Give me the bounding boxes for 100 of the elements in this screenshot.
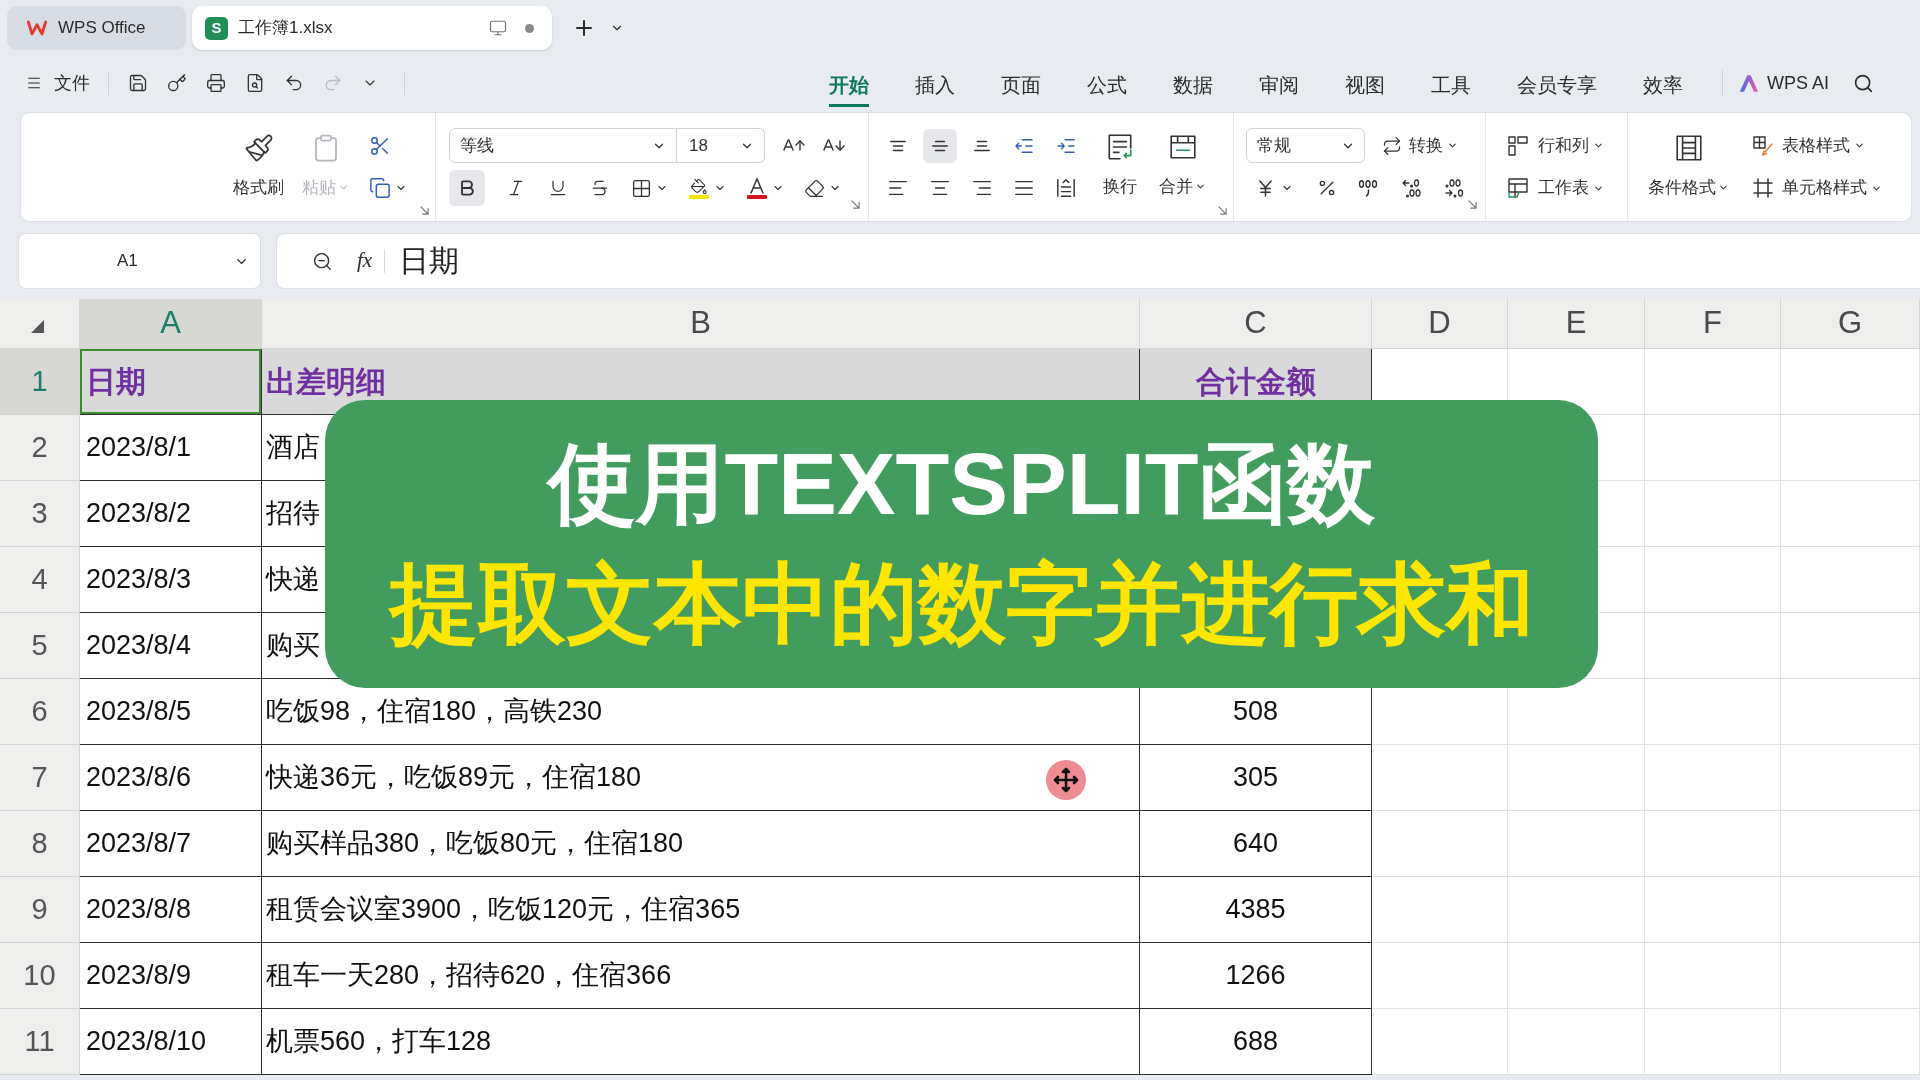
document-search-icon[interactable]	[245, 73, 265, 93]
column-header[interactable]: B	[262, 299, 1140, 349]
font-color-button[interactable]	[746, 177, 784, 199]
font-size-select[interactable]: 18	[677, 128, 765, 163]
convert-button[interactable]: 转换	[1382, 132, 1458, 159]
table-cell: 2023/8/4	[80, 613, 262, 679]
table-cell: 2023/8/5	[80, 679, 262, 745]
row-header[interactable]: 10	[0, 943, 80, 1009]
row-header[interactable]: 5	[0, 613, 80, 679]
ribbon-tab[interactable]: 效率	[1643, 65, 1683, 107]
scissors-icon[interactable]	[369, 135, 391, 157]
wrap-text-button[interactable]: 换行	[1103, 113, 1137, 221]
grid-icon	[631, 177, 652, 199]
printer-icon[interactable]	[206, 73, 226, 93]
column-header[interactable]: G	[1781, 299, 1920, 349]
logo-icon	[27, 20, 47, 36]
format-painter-button[interactable]: 格式刷	[233, 113, 284, 221]
row-header[interactable]: 11	[0, 1009, 80, 1075]
row-header[interactable]: 4	[0, 547, 80, 613]
file-type-badge: S	[205, 16, 228, 40]
row-header[interactable]: 7	[0, 745, 80, 811]
underline-icon	[548, 178, 568, 198]
decimal-increase-icon[interactable]	[1445, 178, 1465, 198]
menu-icon	[26, 75, 42, 91]
save-icon[interactable]	[128, 73, 148, 93]
cell-style-button[interactable]: 单元格样式	[1753, 170, 1882, 206]
rows-columns-icon	[1508, 135, 1528, 156]
key-icon[interactable]	[167, 73, 187, 93]
eraser-icon	[804, 177, 825, 199]
conditional-format-icon	[1673, 133, 1704, 163]
ribbon-tab[interactable]: 插入	[915, 65, 955, 107]
vertical-align-button[interactable]	[923, 129, 957, 163]
column-header[interactable]: F	[1645, 299, 1781, 349]
table-cell: 2023/8/1	[80, 415, 262, 481]
chevron-down-icon	[1854, 140, 1865, 151]
dialog-launcher-icon	[1468, 200, 1477, 209]
thousands-separator-icon[interactable]	[1358, 179, 1378, 197]
decimal-decrease-icon[interactable]	[1402, 178, 1422, 198]
table-cell: 租车一天280，招待620，住宿366	[262, 943, 1140, 1009]
ribbon-tab[interactable]: 开始	[829, 65, 869, 107]
conditional-format-button[interactable]: 条件格式	[1648, 113, 1729, 221]
column-header[interactable]: D	[1372, 299, 1508, 349]
repeat-arrows-icon	[1382, 135, 1402, 156]
table-style-button[interactable]: 表格样式	[1753, 128, 1882, 163]
corner-triangle-icon	[31, 320, 44, 333]
align-bottom-icon	[973, 140, 991, 152]
percent-icon[interactable]	[1317, 178, 1337, 198]
font-color-icon	[746, 177, 768, 199]
borders-button[interactable]	[631, 177, 668, 199]
worksheet-button[interactable]: 工作表	[1508, 170, 1627, 206]
dialog-launcher-icon	[420, 206, 429, 215]
ribbon-tab[interactable]: 视图	[1345, 65, 1385, 107]
search-icon[interactable]	[1853, 72, 1874, 94]
table-cell: 2023/8/8	[80, 877, 262, 943]
font-family-select[interactable]: 等线	[449, 128, 677, 163]
row-header[interactable]: 8	[0, 811, 80, 877]
table-cell: 日期	[80, 349, 262, 415]
row-header[interactable]: 2	[0, 415, 80, 481]
merge-cells-icon	[1167, 132, 1198, 162]
indent-decrease-icon[interactable]	[1014, 138, 1034, 154]
cell-reference-box[interactable]: A1	[18, 233, 261, 289]
number-format-select[interactable]: 常规	[1246, 128, 1365, 163]
cursor-icon	[1046, 760, 1086, 800]
formula-input[interactable]: 日期	[399, 241, 468, 281]
bold-button[interactable]	[449, 170, 485, 206]
ribbon-tab[interactable]: 会员专享	[1517, 65, 1597, 107]
column-header[interactable]: E	[1508, 299, 1645, 349]
row-header[interactable]: 6	[0, 679, 80, 745]
ribbon-tab[interactable]: 公式	[1087, 65, 1127, 107]
chevron-down-icon	[1593, 140, 1604, 151]
merge-cells-button[interactable]: 合并	[1159, 113, 1206, 221]
wrap-text-icon	[1105, 132, 1135, 162]
ribbon-tab[interactable]: 数据	[1173, 65, 1213, 107]
align-top-icon	[889, 140, 907, 152]
table-cell: 305	[1140, 745, 1372, 811]
row-header[interactable]: 3	[0, 481, 80, 547]
zoom-out-icon[interactable]	[312, 250, 333, 272]
fx-label[interactable]: fx	[357, 245, 373, 277]
row-header[interactable]: 9	[0, 877, 80, 943]
file-menu-button[interactable]: 文件	[26, 69, 90, 97]
indent-increase-icon[interactable]	[1056, 138, 1076, 154]
ribbon-tab[interactable]: 页面	[1001, 65, 1041, 107]
column-header[interactable]: C	[1140, 299, 1372, 349]
undo-icon[interactable]	[284, 73, 304, 93]
ai-assistant-button[interactable]: WPS AI	[1739, 69, 1829, 97]
rows-columns-button[interactable]: 行和列	[1508, 128, 1627, 163]
fill-color-button[interactable]	[688, 177, 726, 199]
monitor-icon	[489, 19, 507, 37]
clear-format-button[interactable]	[804, 177, 841, 199]
window-tab[interactable]: WPS Office	[7, 6, 186, 50]
distributed-align-icon[interactable]	[1056, 178, 1076, 198]
currency-button[interactable]	[1258, 179, 1293, 197]
window-tab[interactable]: S 工作簿1.xlsx	[192, 6, 552, 50]
worksheet-icon	[1508, 178, 1528, 198]
table-cell: 机票560，打车128	[262, 1009, 1140, 1075]
align-middle-icon	[931, 140, 949, 152]
ribbon-tab[interactable]: 审阅	[1259, 65, 1299, 107]
ribbon-tab[interactable]: 工具	[1431, 65, 1471, 107]
table-cell: 2023/8/2	[80, 481, 262, 547]
chevron-down-icon	[1447, 140, 1458, 151]
